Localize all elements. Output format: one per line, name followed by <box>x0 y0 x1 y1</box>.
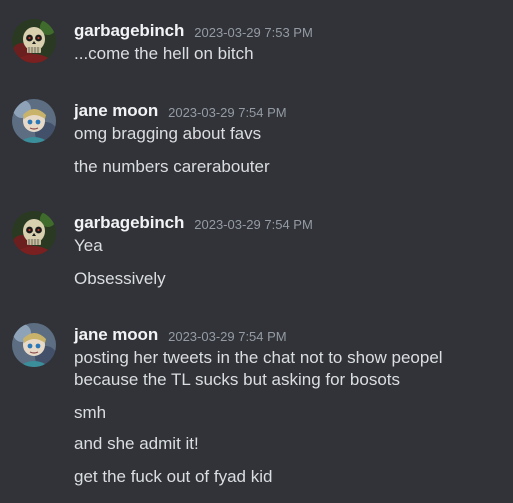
message-text: smh <box>74 403 107 422</box>
moon-character-avatar-icon[interactable] <box>12 99 56 143</box>
message-text: and she admit it! <box>74 434 199 453</box>
message-text: Obsessively <box>74 269 166 288</box>
message-text: ...come the hell on bitch <box>74 44 254 63</box>
message-header: jane moon 2023-03-29 7:54 PM <box>74 323 287 347</box>
timestamp: 2023-03-29 7:53 PM <box>194 24 313 40</box>
timestamp: 2023-03-29 7:54 PM <box>168 328 287 344</box>
message-header: garbagebinch 2023-03-29 7:53 PM <box>74 19 313 43</box>
message-text: omg bragging about favs <box>74 124 262 143</box>
username[interactable]: jane moon <box>74 325 158 345</box>
skull-avatar-icon[interactable] <box>12 211 56 255</box>
timestamp: 2023-03-29 7:54 PM <box>168 104 287 120</box>
username[interactable]: garbagebinch <box>74 21 184 41</box>
timestamp: 2023-03-29 7:54 PM <box>194 216 313 232</box>
message-text: posting her tweets in the chat not to sh… <box>74 348 443 389</box>
moon-character-avatar-icon[interactable] <box>12 323 56 367</box>
username[interactable]: garbagebinch <box>74 213 184 233</box>
message-text: Yea <box>74 236 103 255</box>
message-header: jane moon 2023-03-29 7:54 PM <box>74 99 287 123</box>
skull-avatar-icon[interactable] <box>12 19 56 63</box>
message-text: the numbers carerabouter <box>74 157 270 176</box>
message-text: get the fuck out of fyad kid <box>74 467 273 486</box>
chat-message-list: garbagebinch 2023-03-29 7:53 PM ...come … <box>0 0 513 503</box>
message-header: garbagebinch 2023-03-29 7:54 PM <box>74 211 313 235</box>
username[interactable]: jane moon <box>74 101 158 121</box>
